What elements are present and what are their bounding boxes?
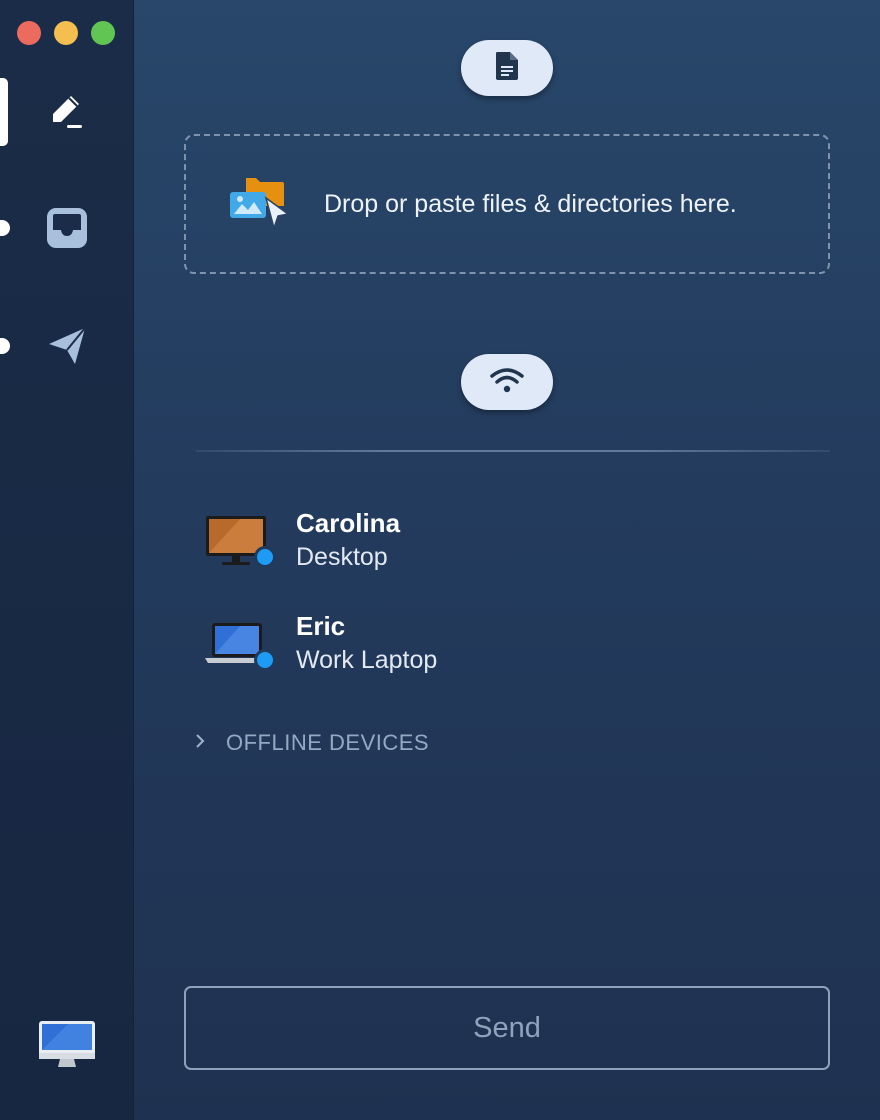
online-status-dot (254, 649, 276, 671)
wifi-icon (490, 366, 524, 398)
unread-indicator (0, 338, 10, 354)
maximize-window-button[interactable] (91, 21, 115, 45)
paper-plane-icon (45, 324, 89, 368)
device-type: Desktop (296, 543, 388, 571)
laptop-icon (204, 611, 276, 675)
file-dropzone[interactable]: Drop or paste files & directories here. (184, 134, 830, 274)
offline-devices-label: OFFLINE DEVICES (226, 730, 430, 755)
network-button[interactable] (461, 354, 553, 410)
select-files-button[interactable] (461, 40, 553, 96)
device-name: Carolina (296, 508, 401, 538)
device-name: Eric (296, 611, 346, 641)
section-divider (196, 450, 830, 452)
device-type: Work Laptop (296, 646, 438, 674)
offline-devices-toggle[interactable]: OFFLINE DEVICES (194, 730, 429, 756)
online-status-dot (254, 546, 276, 568)
inbox-tray-icon (45, 206, 89, 250)
desktop-monitor-icon (204, 508, 276, 572)
files-cursor-icon (228, 174, 290, 234)
window-controls (17, 21, 115, 45)
dropzone-label: Drop or paste files & directories here. (324, 189, 737, 218)
sidebar-item-compose[interactable] (0, 77, 134, 147)
main-panel: Drop or paste files & directories here. … (134, 0, 880, 1120)
document-icon (494, 51, 520, 85)
device-row-carolina[interactable]: Carolina Desktop (204, 500, 400, 580)
active-indicator (0, 78, 8, 146)
sidebar-item-inbox[interactable] (0, 193, 134, 263)
device-row-eric[interactable]: Eric Work Laptop (204, 603, 437, 683)
sidebar (0, 0, 134, 1120)
pencil-icon (45, 90, 89, 134)
close-window-button[interactable] (17, 21, 41, 45)
imac-icon[interactable] (38, 1020, 96, 1074)
chevron-right-icon (194, 731, 218, 755)
send-button[interactable]: Send (184, 986, 830, 1070)
sidebar-item-send[interactable] (0, 311, 134, 381)
unread-indicator (0, 220, 10, 236)
minimize-window-button[interactable] (54, 21, 78, 45)
